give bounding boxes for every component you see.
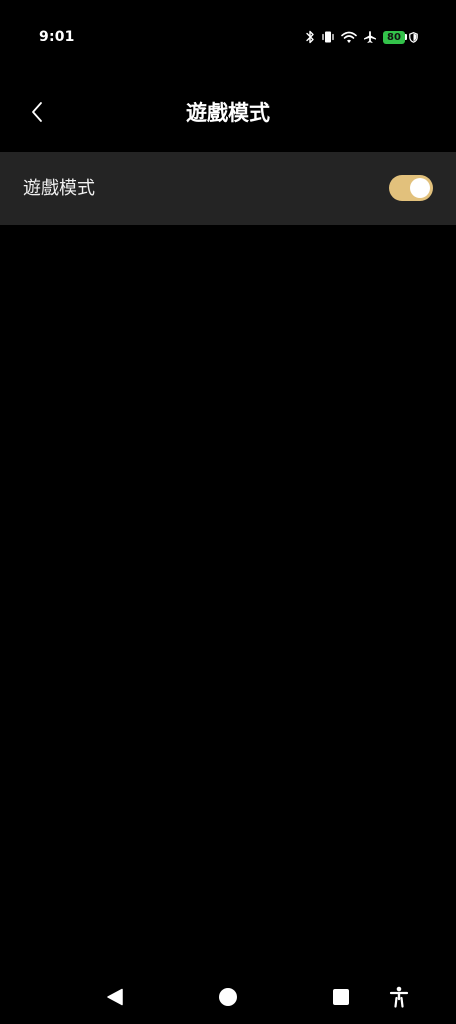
vibrate-icon xyxy=(321,30,335,44)
nav-accessibility-button[interactable] xyxy=(384,982,414,1012)
airplane-icon xyxy=(363,30,377,44)
header: 遊戲模式 xyxy=(0,74,456,152)
status-time: 9:01 xyxy=(39,29,75,45)
setting-label: 遊戲模式 xyxy=(23,178,95,199)
status-icons: 80 xyxy=(299,29,418,45)
battery-level: 80 xyxy=(383,30,405,44)
toggle-knob xyxy=(410,178,430,198)
back-triangle-icon xyxy=(107,988,123,1006)
status-bar: 9:01 80 xyxy=(0,0,456,74)
nav-recents-button[interactable] xyxy=(326,982,356,1012)
game-mode-toggle[interactable] xyxy=(389,175,433,201)
navigation-bar xyxy=(0,968,456,1024)
recents-square-icon xyxy=(333,989,349,1005)
nav-back-button[interactable] xyxy=(100,982,130,1012)
setting-row-game-mode[interactable]: 遊戲模式 xyxy=(0,152,456,225)
shield-icon xyxy=(409,31,418,43)
bluetooth-icon xyxy=(305,30,315,44)
wifi-icon xyxy=(341,31,357,44)
home-circle-icon xyxy=(219,988,237,1006)
battery-icon: 80 xyxy=(383,30,407,44)
accessibility-icon xyxy=(389,986,409,1008)
page-title: 遊戲模式 xyxy=(186,101,270,125)
nav-home-button[interactable] xyxy=(213,982,243,1012)
